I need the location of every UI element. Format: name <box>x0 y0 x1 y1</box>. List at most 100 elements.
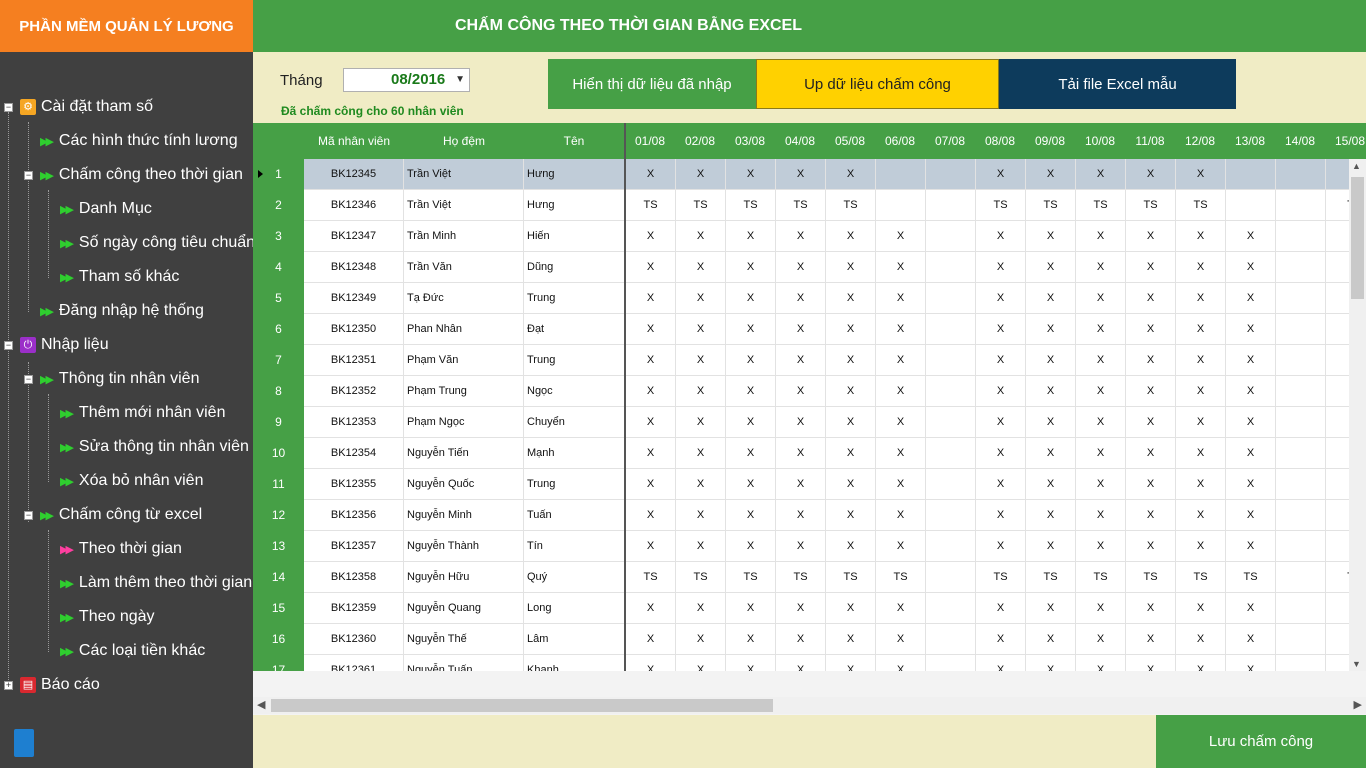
attendance-cell[interactable]: X <box>776 438 826 469</box>
attendance-cell[interactable]: X <box>776 407 826 438</box>
attendance-cell[interactable]: X <box>776 283 826 314</box>
attendance-cell[interactable]: X <box>876 593 926 624</box>
column-header-day[interactable]: 12/08 <box>1175 123 1225 159</box>
attendance-cell[interactable]: TS <box>626 562 676 593</box>
attendance-cell[interactable]: X <box>1176 593 1226 624</box>
download-template-button[interactable]: Tải file Excel mẫu <box>999 59 1236 109</box>
attendance-cell[interactable]: X <box>1026 283 1076 314</box>
attendance-cell[interactable] <box>926 190 976 221</box>
sidebar-item-by-time[interactable]: ▶▶ Theo thời gian <box>60 538 182 560</box>
attendance-cell[interactable]: X <box>1126 159 1176 190</box>
attendance-cell[interactable] <box>1326 655 1349 671</box>
attendance-cell[interactable]: X <box>626 407 676 438</box>
scroll-thumb[interactable] <box>1351 177 1364 299</box>
attendance-cell[interactable]: X <box>1026 469 1076 500</box>
attendance-cell[interactable]: X <box>776 531 826 562</box>
scroll-down-icon[interactable]: ▼ <box>1352 659 1361 669</box>
attendance-cell[interactable]: X <box>1026 438 1076 469</box>
attendance-cell[interactable]: X <box>976 314 1026 345</box>
employee-code-cell[interactable]: BK12350 <box>304 314 404 345</box>
attendance-cell[interactable]: TS <box>1126 190 1176 221</box>
row-number[interactable]: 14 <box>253 562 304 593</box>
attendance-cell[interactable]: X <box>1026 500 1076 531</box>
table-row[interactable]: 5 BK12349 Tạ Đức Trung X X X X X X X X X X X X <box>253 283 1349 314</box>
attendance-cell[interactable]: X <box>1076 345 1126 376</box>
row-number[interactable]: 13 <box>253 531 304 562</box>
attendance-cell[interactable]: X <box>876 469 926 500</box>
attendance-cell[interactable]: X <box>726 221 776 252</box>
row-number[interactable]: 17 <box>253 655 304 671</box>
table-row[interactable]: 4 BK12348 Trần Văn Dũng X X X X X X X X X X X X <box>253 252 1349 283</box>
attendance-cell[interactable]: X <box>876 314 926 345</box>
attendance-cell[interactable]: X <box>876 376 926 407</box>
attendance-cell[interactable]: X <box>626 376 676 407</box>
attendance-cell[interactable] <box>1276 190 1326 221</box>
attendance-cell[interactable]: X <box>676 159 726 190</box>
sidebar-item-overtime[interactable]: ▶▶ Làm thêm theo thời gian <box>60 572 252 594</box>
first-name-cell[interactable]: Quý <box>524 562 626 593</box>
attendance-cell[interactable]: X <box>1026 376 1076 407</box>
sidebar-item-add-employee[interactable]: ▶▶ Thêm mới nhân viên <box>60 402 225 424</box>
attendance-cell[interactable]: X <box>1076 376 1126 407</box>
attendance-cell[interactable]: X <box>1076 314 1126 345</box>
attendance-cell[interactable]: X <box>626 593 676 624</box>
attendance-cell[interactable]: X <box>1126 345 1176 376</box>
row-number[interactable]: 7 <box>253 345 304 376</box>
attendance-cell[interactable]: X <box>1176 531 1226 562</box>
row-number[interactable]: 4 <box>253 252 304 283</box>
first-name-cell[interactable]: Lâm <box>524 624 626 655</box>
sidebar-item-settings[interactable]: ⚙ Cài đặt tham số <box>20 96 153 118</box>
attendance-cell[interactable]: X <box>876 655 926 671</box>
attendance-cell[interactable] <box>1326 221 1349 252</box>
attendance-cell[interactable]: TS <box>826 562 876 593</box>
attendance-cell[interactable]: X <box>1226 407 1276 438</box>
sidebar-item-standard-workdays[interactable]: ▶▶ Số ngày công tiêu chuẩn <box>60 232 255 254</box>
column-header-day[interactable]: 08/08 <box>975 123 1025 159</box>
row-number[interactable]: 5 <box>253 283 304 314</box>
attendance-cell[interactable]: X <box>676 655 726 671</box>
attendance-cell[interactable]: X <box>876 252 926 283</box>
attendance-cell[interactable]: X <box>976 345 1026 376</box>
collapse-toggle-icon[interactable]: − <box>24 375 33 384</box>
attendance-cell[interactable]: X <box>1076 624 1126 655</box>
attendance-cell[interactable] <box>926 376 976 407</box>
attendance-cell[interactable]: X <box>726 345 776 376</box>
attendance-cell[interactable]: X <box>976 252 1026 283</box>
table-row[interactable]: 15 BK12359 Nguyễn Quang Long X X X X X X X X X X X X <box>253 593 1349 624</box>
sidebar-item-salary-methods[interactable]: ▶▶ Các hình thức tính lương <box>40 130 238 152</box>
attendance-cell[interactable]: X <box>826 531 876 562</box>
attendance-cell[interactable]: X <box>726 252 776 283</box>
attendance-cell[interactable] <box>876 159 926 190</box>
attendance-cell[interactable] <box>1276 438 1326 469</box>
sidebar-item-categories[interactable]: ▶▶ Danh Mục <box>60 198 152 220</box>
attendance-cell[interactable]: X <box>1126 407 1176 438</box>
column-header-day[interactable]: 06/08 <box>875 123 925 159</box>
scroll-left-icon[interactable]: ◀ <box>257 698 265 711</box>
column-header-day[interactable]: 04/08 <box>775 123 825 159</box>
attendance-cell[interactable] <box>926 593 976 624</box>
attendance-cell[interactable]: X <box>726 376 776 407</box>
attendance-cell[interactable]: TS <box>1026 562 1076 593</box>
attendance-cell[interactable]: X <box>1176 500 1226 531</box>
employee-code-cell[interactable]: BK12349 <box>304 283 404 314</box>
table-row[interactable]: 17 BK12361 Nguyễn Tuấn Khanh X X X X X X X X X X X X <box>253 655 1349 671</box>
attendance-cell[interactable]: X <box>976 469 1026 500</box>
first-name-cell[interactable]: Khanh <box>524 655 626 671</box>
row-number[interactable]: 10 <box>253 438 304 469</box>
row-number[interactable]: 2 <box>253 190 304 221</box>
attendance-cell[interactable]: X <box>876 221 926 252</box>
horizontal-scrollbar[interactable]: ◀ ▶ <box>253 697 1366 714</box>
row-number[interactable]: 3 <box>253 221 304 252</box>
attendance-cell[interactable]: X <box>626 531 676 562</box>
attendance-cell[interactable] <box>1326 283 1349 314</box>
sidebar-item-delete-employee[interactable]: ▶▶ Xóa bỏ nhân viên <box>60 470 203 492</box>
column-header-day[interactable]: 15/08 <box>1325 123 1366 159</box>
attendance-cell[interactable]: TS <box>1226 562 1276 593</box>
attendance-cell[interactable]: TS <box>626 190 676 221</box>
attendance-cell[interactable]: X <box>676 252 726 283</box>
attendance-cell[interactable]: X <box>676 314 726 345</box>
attendance-cell[interactable]: X <box>1226 531 1276 562</box>
table-row[interactable]: 13 BK12357 Nguyễn Thành Tín X X X X X X X X X X X X <box>253 531 1349 562</box>
attendance-cell[interactable]: X <box>776 376 826 407</box>
last-name-cell[interactable]: Phạm Ngọc <box>404 407 524 438</box>
